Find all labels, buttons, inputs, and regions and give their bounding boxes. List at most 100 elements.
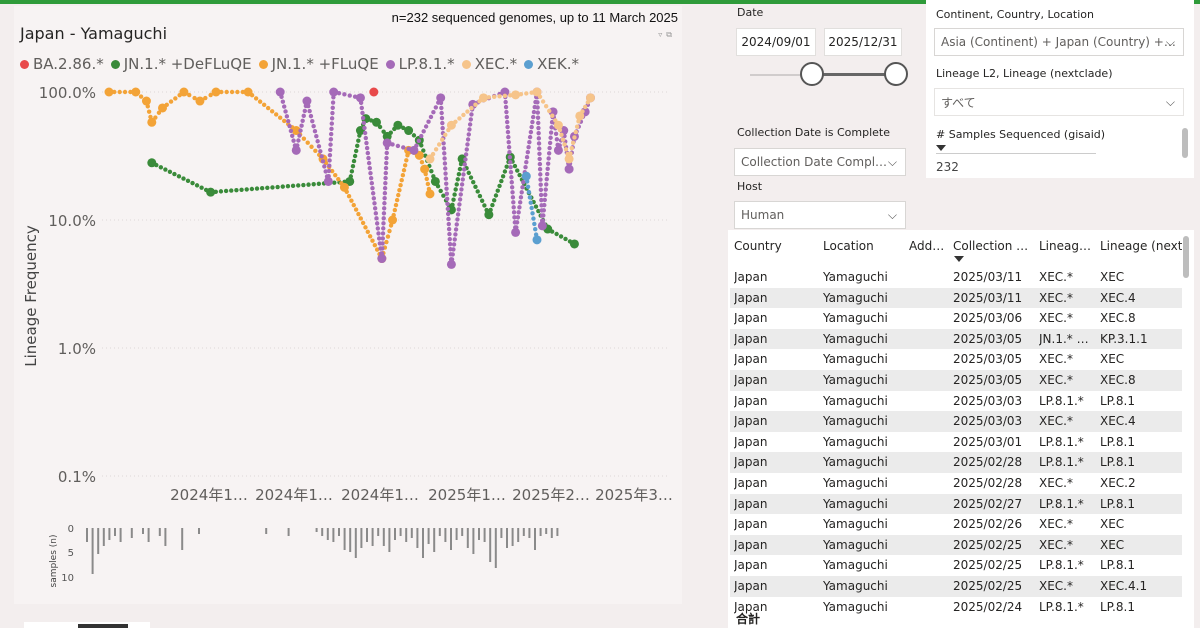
column-header-location[interactable]: Location [823,239,903,253]
series-line-dot [447,231,452,237]
card-scrollbar[interactable] [1182,128,1188,158]
date-end-input[interactable]: 2025/12/31 [824,28,902,56]
sort-descending-icon[interactable] [954,256,964,262]
series-line-dot [396,192,401,198]
series-line-dot [547,145,552,151]
series-line-dot [381,206,387,211]
table-row[interactable]: Japan Yamaguchi 2025/02/27 LP.8.1.* LP.8.1 [730,493,1182,515]
series-line-dot [433,105,439,110]
table-row[interactable]: Japan Yamaguchi 2025/02/25 XEC.* XEC.4.1 [730,576,1182,597]
series-line-dot [524,160,529,165]
data-point [302,96,312,106]
series-line-dot [572,135,577,140]
series-line-dot [398,182,403,188]
series-line-dot [315,139,320,144]
series-line-dot [347,93,352,98]
table-row[interactable]: Japan Yamaguchi 2025/03/05 XEC.* XEC.8 [730,370,1182,391]
series-line-dot [349,198,354,203]
series-line-dot [453,232,458,237]
ccl-dropdown[interactable]: Asia (Continent) + Japan (Country) +… ⌵ [934,28,1184,56]
table-scrollbar[interactable] [1183,236,1189,278]
series-line-dot [544,182,549,187]
series-line-dot [138,94,144,99]
table-row[interactable]: Japan Yamaguchi 2025/03/05 XEC.* XEC [730,349,1182,370]
series-line-dot [282,118,287,124]
column-header-country[interactable]: Country [734,239,814,253]
table-cell: 2025/03/05 [953,373,1023,387]
series-line-dot [371,196,377,201]
series-line-dot [349,169,355,174]
series-line-dot [507,154,513,160]
series-line-dot [503,99,508,105]
samples-bar [332,528,335,542]
samples-bar [489,528,492,562]
samples-bar [433,528,436,552]
series-line-dot [300,118,305,123]
table-cell: XEC.4.1 [1100,579,1148,593]
series-line-dot [372,242,378,248]
table-row[interactable]: Japan Yamaguchi 2025/03/11 XEC.* XEC.4 [730,287,1182,309]
table-row[interactable]: Japan Yamaguchi 2025/02/24 LP.8.1.* LP.8.1 [730,597,1182,618]
series-line-dot [549,125,554,130]
page-tab-active[interactable] [78,624,128,628]
series-line-dot [461,167,467,172]
series-line-dot [553,131,559,137]
series-line-dot [527,195,533,200]
series-line-dot [296,183,301,188]
table-row[interactable]: Japan Yamaguchi 2025/03/03 LP.8.1.* LP.8.1 [730,391,1182,412]
series-line-dot [535,115,541,120]
column-header-add[interactable]: Add… [909,239,947,253]
series-line-dot [504,114,510,120]
series-line-dot [538,177,543,182]
date-slider-end-handle[interactable] [884,62,908,86]
series-line-dot [374,216,379,221]
samples-card-label: # Samples Sequenced (gisaid) [936,128,1106,141]
table-row[interactable]: Japan Yamaguchi 2025/02/26 XEC.* XEC [730,514,1182,535]
series-line-dot [370,186,375,191]
series-line-dot [288,128,294,134]
series-line-dot [290,133,295,138]
table-row[interactable]: Japan Yamaguchi 2025/02/25 XEC.* XEC [730,534,1182,556]
table-row[interactable]: Japan Yamaguchi 2025/03/05 JN.1.* … KP.3.1.1 [730,328,1182,350]
series-line-dot [508,160,513,165]
series-line-dot [461,172,466,177]
series-line-dot [535,100,540,105]
collection-date-dropdown[interactable]: Collection Date Compl… ⌵ [734,148,906,176]
table-row[interactable]: Japan Yamaguchi 2025/03/06 XEC.* XEC.8 [730,308,1182,329]
host-dropdown[interactable]: Human ⌵ [734,201,906,229]
column-header-collection[interactable]: Collection … [953,239,1033,253]
ccl-value: Asia (Continent) + Japan (Country) +… [941,35,1176,49]
series-line-dot [395,143,401,149]
date-start-input[interactable]: 2024/09/01 [736,28,816,56]
page-navigation[interactable] [24,622,150,628]
table-row[interactable]: Japan Yamaguchi 2025/02/25 LP.8.1.* LP.8.1 [730,555,1182,576]
series-line-dot [540,99,546,104]
table-row[interactable]: Japan Yamaguchi 2025/02/28 XEC.* XEC.2 [730,473,1182,494]
series-line-dot [506,134,511,140]
date-slider-start-handle[interactable] [800,62,824,86]
series-line-dot [465,142,470,147]
series-line-dot [542,202,547,208]
data-point [425,154,435,164]
series-line-dot [384,150,389,156]
series-line-dot [468,175,474,180]
series-line-dot [447,242,453,247]
samples-bar [410,528,413,538]
series-line-dot [313,148,318,154]
sort-descending-icon[interactable] [936,145,946,151]
table-row[interactable]: Japan Yamaguchi 2025/02/28 LP.8.1.* LP.8.1 [730,452,1182,473]
series-line-dot [261,102,267,108]
data-point [339,182,349,192]
samples-bar [354,528,357,558]
table-row[interactable]: Japan Yamaguchi 2025/03/01 LP.8.1.* LP.8.1 [730,432,1182,453]
column-header-lineage-nextclade[interactable]: Lineage (nextc [1100,239,1182,253]
samples-bar [114,528,116,536]
series-line-dot [199,185,204,190]
table-row[interactable]: Japan Yamaguchi 2025/03/03 XEC.* XEC.4 [730,411,1182,432]
series-line-dot [429,168,434,174]
table-row[interactable]: Japan Yamaguchi 2025/03/11 XEC.* XEC [730,267,1182,288]
series-line-dot [538,172,543,177]
lineage-chart-visual[interactable]: Japan - Yamaguchi n=232 sequenced genome… [14,6,682,604]
lineage-dropdown[interactable]: すべて ⌵ [934,88,1184,116]
column-header-lineage-l2[interactable]: Lineag… [1039,239,1095,253]
